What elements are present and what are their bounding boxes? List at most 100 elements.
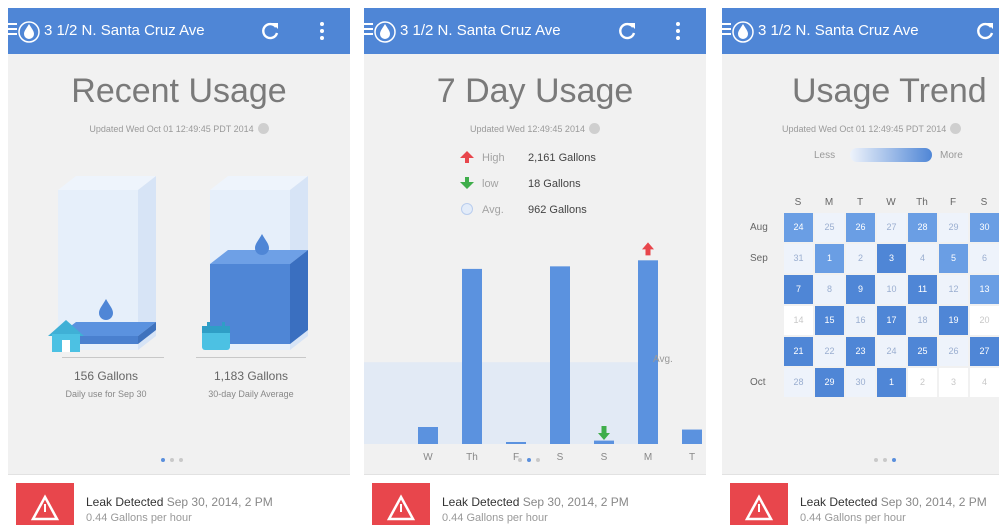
legend-more-label: More — [940, 150, 963, 161]
leak-title: Leak Detected Sep 30, 2014, 2 PM — [442, 495, 629, 509]
calendar-day-cell[interactable]: 30 — [970, 213, 999, 242]
calendar-day-cell[interactable]: 10 — [877, 275, 906, 304]
calendar-day-cell[interactable]: 24 — [877, 337, 906, 366]
calendar-day-cell[interactable]: 31 — [784, 244, 813, 273]
info-icon[interactable] — [950, 123, 962, 134]
calendar-day-cell[interactable]: 7 — [784, 275, 813, 304]
day-label-0: W — [423, 452, 433, 463]
bar-3 — [550, 266, 570, 444]
calendar-day-cell[interactable]: 9 — [846, 275, 875, 304]
leak-alert-card[interactable]: Leak Detected Sep 30, 2014, 2 PM 0.44 Ga… — [364, 474, 706, 525]
page-title: Usage Trend — [792, 72, 987, 110]
calendar-day-cell[interactable]: 1 — [877, 368, 906, 397]
weekday-header: M — [824, 197, 834, 208]
leak-title: Leak Detected Sep 30, 2014, 2 PM — [800, 495, 987, 509]
divider — [62, 357, 164, 358]
leak-date: Sep 30, 2014, 2 PM — [522, 495, 629, 509]
usage-trend-screen: 3 1/2 N. Santa Cruz Ave Usage Trend Upda… — [722, 8, 999, 525]
app-bar: 3 1/2 N. Santa Cruz Ave — [722, 8, 999, 54]
calendar-day-cell[interactable]: 8 — [815, 275, 844, 304]
calendar-day-cell[interactable]: 16 — [846, 306, 875, 335]
screens: 3 1/2 N. Santa Cruz Ave Recent Usage Upd… — [0, 0, 999, 525]
month-label: Aug — [750, 222, 768, 233]
divider — [196, 357, 306, 358]
updated-text: Updated Wed Oct 01 12:49:45 PDT 2014 — [89, 124, 254, 134]
address-title: 3 1/2 N. Santa Cruz Ave — [758, 22, 919, 39]
calendar-day-cell[interactable]: 11 — [908, 275, 937, 304]
calendar-day-cell[interactable]: 24 — [784, 213, 813, 242]
leak-alert-card[interactable]: Leak Detected Sep 30, 2014, 2 PM 0.44 Ga… — [8, 474, 350, 525]
refresh-icon[interactable] — [974, 20, 996, 42]
calendar-day-cell[interactable]: 12 — [939, 275, 968, 304]
calendar-day-cell[interactable]: 21 — [784, 337, 813, 366]
calendar-day-cell[interactable]: 27 — [877, 213, 906, 242]
calendar-day-cell[interactable]: 26 — [846, 213, 875, 242]
day-label-3: S — [557, 452, 564, 463]
calendar-day-cell[interactable]: 26 — [939, 337, 968, 366]
calendar-day-cell[interactable]: 3 — [877, 244, 906, 273]
page-indicator[interactable] — [518, 449, 545, 462]
calendar-day-cell[interactable]: 27 — [970, 337, 999, 366]
calendar-day-cell[interactable]: 14 — [784, 306, 813, 335]
water-drop-logo-icon — [18, 21, 40, 43]
updated-timestamp: Updated Wed Oct 01 12:49:45 PDT 2014 — [782, 123, 962, 134]
high-arrow-icon — [642, 242, 654, 256]
bar-0 — [418, 427, 438, 444]
calendar-day-cell[interactable]: 4 — [970, 368, 999, 397]
calendar-day-cell[interactable]: 5 — [939, 244, 968, 273]
weekday-header: F — [949, 197, 957, 208]
recent-usage-screen: 3 1/2 N. Santa Cruz Ave Recent Usage Upd… — [8, 8, 350, 525]
average-band — [364, 362, 656, 444]
calendar-day-cell[interactable]: 13 — [970, 275, 999, 304]
bar-4 — [594, 440, 614, 444]
leak-rate: 0.44 Gallons per hour — [86, 512, 192, 524]
refresh-icon[interactable] — [259, 20, 281, 42]
info-icon[interactable] — [257, 123, 269, 134]
monthly-average-label: 30-day Daily Average — [208, 389, 294, 399]
weekday-header: S — [980, 197, 988, 208]
menu-icon[interactable] — [8, 23, 17, 37]
day-label-1: Th — [466, 452, 478, 463]
calendar-day-cell[interactable]: 2 — [846, 244, 875, 273]
calendar-day-cell[interactable]: 29 — [939, 213, 968, 242]
monthly-average-value: 1,183 Gallons — [213, 369, 289, 383]
calendar-day-cell[interactable]: 28 — [908, 213, 937, 242]
weekday-header: Th — [916, 197, 928, 208]
calendar-day-cell[interactable]: 19 — [939, 306, 968, 335]
bar-1 — [462, 268, 482, 444]
calendar-day-cell[interactable]: 29 — [815, 368, 844, 397]
calendar-day-cell[interactable]: 25 — [908, 337, 937, 366]
calendar-day-cell[interactable]: 28 — [784, 368, 813, 397]
daily-use-label: Daily use for Sep 30 — [65, 389, 147, 399]
bar-6 — [682, 429, 702, 444]
menu-icon[interactable] — [722, 23, 731, 37]
calendar-day-cell[interactable]: 2 — [908, 368, 937, 397]
calendar-day-cell[interactable]: 1 — [815, 244, 844, 273]
calendar-day-cell[interactable]: 18 — [908, 306, 937, 335]
legend-less-label: Less — [814, 150, 836, 161]
leak-title-text: Leak Detected — [800, 495, 878, 509]
leak-date: Sep 30, 2014, 2 PM — [166, 495, 273, 509]
page-indicator[interactable] — [161, 449, 188, 462]
page-title: Recent Usage — [71, 72, 287, 110]
calendar-day-cell[interactable]: 22 — [815, 337, 844, 366]
day-label-4: S — [601, 452, 608, 463]
leak-warning-icon — [372, 483, 430, 525]
leak-rate: 0.44 Gallons per hour — [442, 512, 548, 524]
calendar-day-cell[interactable]: 6 — [970, 244, 999, 273]
calendar-day-cell[interactable]: 3 — [939, 368, 968, 397]
calendar-day-cell[interactable]: 17 — [877, 306, 906, 335]
calendar-day-cell[interactable]: 25 — [815, 213, 844, 242]
calendar-day-cell[interactable]: 4 — [908, 244, 937, 273]
bar-5 — [638, 260, 658, 444]
leak-alert-card[interactable]: Leak Detected Sep 30, 2014, 2 PM 0.44 Ga… — [722, 474, 999, 525]
calendar-day-cell[interactable]: 23 — [846, 337, 875, 366]
seven-day-usage-screen: 3 1/2 N. Santa Cruz Ave 7 Day Usage Upda… — [364, 8, 706, 525]
calendar-day-cell[interactable]: 20 — [970, 306, 999, 335]
calendar-day-cell[interactable]: 15 — [815, 306, 844, 335]
overflow-menu-icon[interactable] — [319, 22, 325, 40]
leak-rate: 0.44 Gallons per hour — [800, 512, 906, 524]
calendar-day-cell[interactable]: 30 — [846, 368, 875, 397]
page-indicator[interactable] — [874, 449, 901, 462]
month-label: Sep — [750, 253, 768, 264]
